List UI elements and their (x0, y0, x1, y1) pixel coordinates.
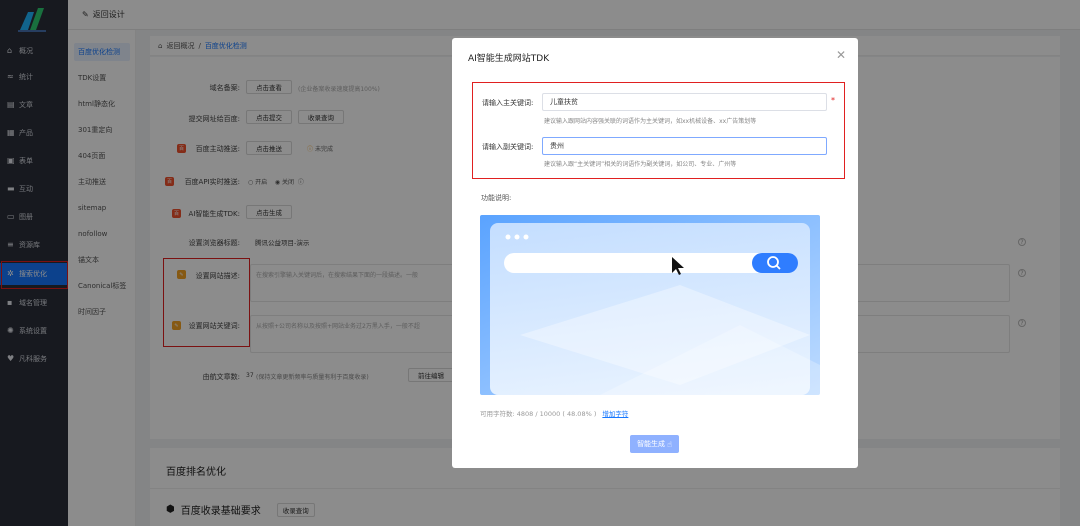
feature-illustration (480, 215, 820, 395)
modal-title: AI智能生成网站TDK (468, 54, 550, 64)
available-chars: 可用字符数: 4808 / 10000 ( 48.08% ) (480, 410, 597, 418)
close-icon[interactable]: ✕ (836, 48, 846, 62)
generate-button[interactable]: 智能生成 ☝ (630, 435, 679, 453)
hand-cursor-icon: ☝ (667, 439, 672, 449)
ai-tdk-modal: AI智能生成网站TDK ✕ 请输入主关键词: 儿童扶贫 * 建议输入跟网站内容强… (452, 38, 858, 468)
highlight-keyword-fields (472, 82, 845, 179)
function-description-label: 功能说明: (481, 194, 512, 202)
add-chars-link[interactable]: 增加字符 (602, 408, 628, 418)
